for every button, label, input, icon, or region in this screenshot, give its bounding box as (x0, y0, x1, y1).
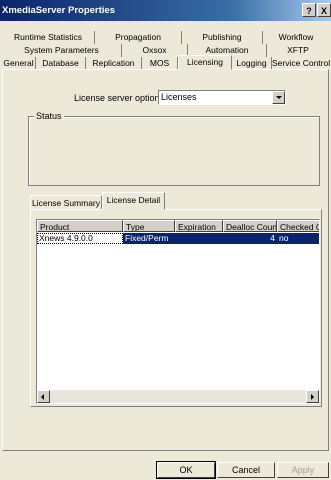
license-server-option-select[interactable]: Licenses (158, 90, 286, 105)
title-bar: XmediaServer Properties ? X (0, 0, 331, 21)
horizontal-scrollbar[interactable] (37, 390, 319, 403)
cell-expiration (175, 233, 223, 244)
cell-dealloc-count: 4 (223, 233, 277, 244)
subtab-license-summary[interactable]: License Summary (30, 195, 102, 210)
status-groupbox (28, 116, 320, 186)
status-label: Status (34, 111, 64, 121)
cell-checked-out: no (277, 233, 319, 244)
tab-runtime-statistics[interactable]: Runtime Statistics (2, 31, 95, 44)
scroll-right-icon[interactable] (306, 390, 319, 403)
tab-publishing[interactable]: Publishing (182, 31, 263, 44)
column-header-product[interactable]: Product (37, 220, 123, 232)
window-title: XmediaServer Properties (2, 5, 116, 16)
license-list[interactable]: Product Type Expiration Dealloc Count Ch… (36, 219, 320, 404)
chevron-down-icon[interactable] (272, 91, 285, 104)
license-server-option-label: License server option: (74, 93, 163, 103)
tab-propagation[interactable]: Propagation (95, 31, 182, 44)
scroll-left-icon[interactable] (37, 390, 50, 403)
tab-row-2: System Parameters Oxsox Automation XFTP (2, 44, 329, 57)
cancel-button[interactable]: Cancel (217, 462, 275, 478)
apply-button[interactable]: Apply (277, 462, 329, 478)
ok-button[interactable]: OK (156, 461, 216, 479)
column-header-dealloc-count[interactable]: Dealloc Count (223, 220, 277, 232)
subtab-license-detail[interactable]: License Detail (102, 192, 165, 210)
tab-xftp[interactable]: XFTP (267, 44, 329, 57)
column-header-expiration[interactable]: Expiration (175, 220, 223, 232)
tab-system-parameters[interactable]: System Parameters (2, 44, 122, 57)
cell-type: Fixed/Perm (123, 233, 175, 244)
tab-licensing[interactable]: Licensing (178, 55, 232, 70)
column-header-type[interactable]: Type (123, 220, 175, 232)
cell-product: Xnews 4.9.0.0 (37, 233, 123, 244)
license-server-option-value: Licenses (161, 92, 197, 102)
help-button[interactable]: ? (302, 3, 316, 17)
tab-workflow[interactable]: Workflow (263, 31, 329, 44)
tab-row-1: Runtime Statistics Propagation Publishin… (2, 31, 329, 44)
column-header-checked-out[interactable]: Checked Out (277, 220, 319, 232)
close-button[interactable]: X (317, 3, 331, 17)
